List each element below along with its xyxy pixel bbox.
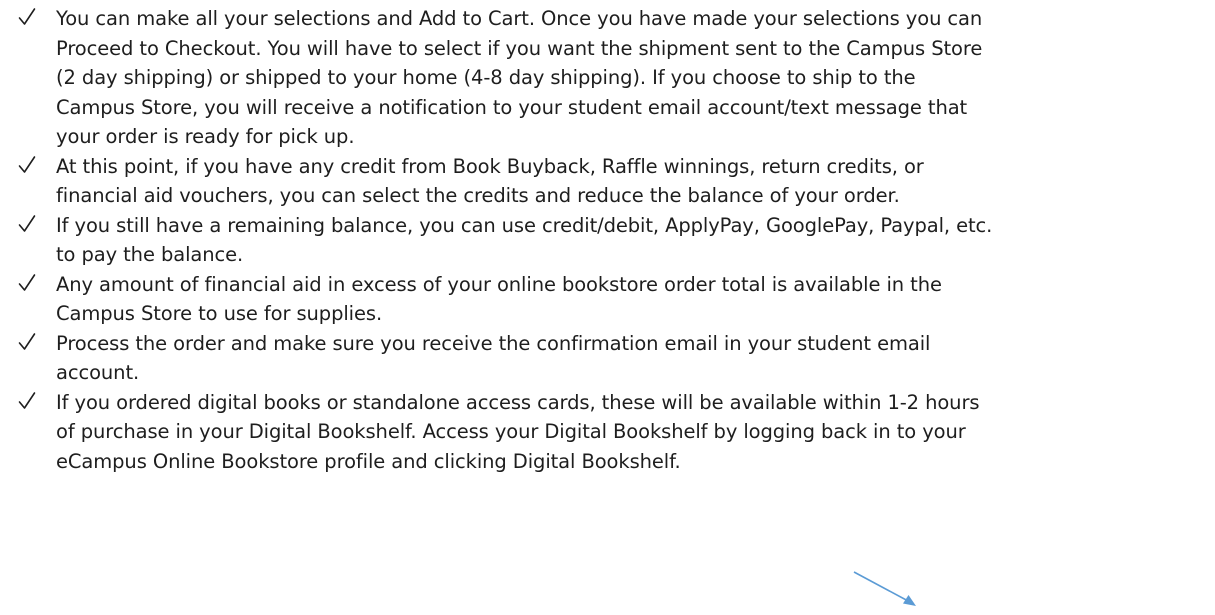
check-mark-icon <box>18 155 36 175</box>
list-item-text: Any amount of financial aid in excess of… <box>56 270 1215 329</box>
text-line: Campus Store, you will receive a notific… <box>56 95 968 119</box>
text-line: of purchase in your Digital Bookshelf. A… <box>56 420 966 443</box>
pointer-arrow-icon <box>853 571 916 606</box>
check-mark-icon <box>18 391 36 411</box>
text-line: your order is ready for pick up. <box>56 125 355 148</box>
list-item-text: You can make all your selections and Add… <box>56 4 1215 152</box>
text-line: If you ordered digital books or standalo… <box>56 390 980 414</box>
list-item: Any amount of financial aid in excess of… <box>0 270 1215 329</box>
text-line: (2 day shipping) or shipped to your home… <box>56 66 916 89</box>
checkout-instructions-list: You can make all your selections and Add… <box>0 4 1215 476</box>
list-item-text: If you ordered digital books or standalo… <box>56 388 1215 477</box>
text-line: Any amount of financial aid in excess of… <box>56 272 942 296</box>
document-page: You can make all your selections and Add… <box>0 4 1215 476</box>
list-item-text: Process the order and make sure you rece… <box>56 329 1215 388</box>
list-item: You can make all your selections and Add… <box>0 4 1215 152</box>
text-line: eCampus Online Bookstore profile and cli… <box>56 449 681 473</box>
check-mark-icon <box>18 273 36 293</box>
list-item: If you still have a remaining balance, y… <box>0 211 1215 270</box>
text-line: You can make all your selections and Add… <box>56 7 983 30</box>
text-line: Proceed to Checkout. You will have to se… <box>56 36 983 60</box>
text-line: financial aid vouchers, you can select t… <box>56 184 900 207</box>
check-mark-icon <box>18 7 36 27</box>
text-line: Campus Store to use for supplies. <box>56 302 383 325</box>
text-line: Process the order and make sure you rece… <box>56 331 931 355</box>
check-mark-icon <box>18 332 36 352</box>
text-line: At this point, if you have any credit fr… <box>56 154 924 178</box>
list-item-text: At this point, if you have any credit fr… <box>56 152 1215 211</box>
text-line: If you still have a remaining balance, y… <box>56 213 993 237</box>
list-item: Process the order and make sure you rece… <box>0 329 1215 388</box>
list-item-text: If you still have a remaining balance, y… <box>56 211 1215 270</box>
check-mark-icon <box>18 214 36 234</box>
text-line: account. <box>56 361 140 384</box>
list-item: If you ordered digital books or standalo… <box>0 388 1215 477</box>
text-line: to pay the balance. <box>56 243 244 266</box>
list-item: At this point, if you have any credit fr… <box>0 152 1215 211</box>
